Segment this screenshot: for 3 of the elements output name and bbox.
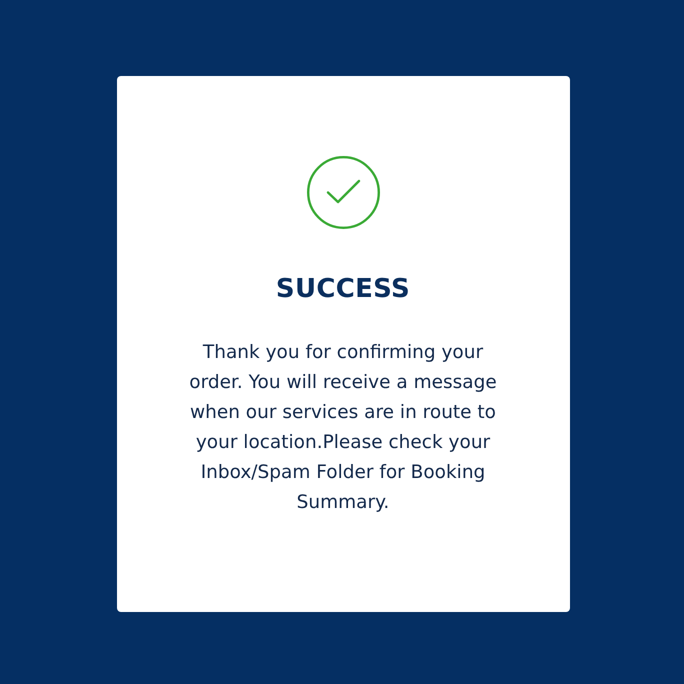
dialog-message: Thank you for confirming your order. You will receive a message when our services are in route to your location.Please check your Inbox/Spam Folder for Booking Summary. [188, 341, 498, 515]
dialog-title: SUCCESS [276, 273, 410, 306]
check-circle-icon [306, 156, 380, 229]
